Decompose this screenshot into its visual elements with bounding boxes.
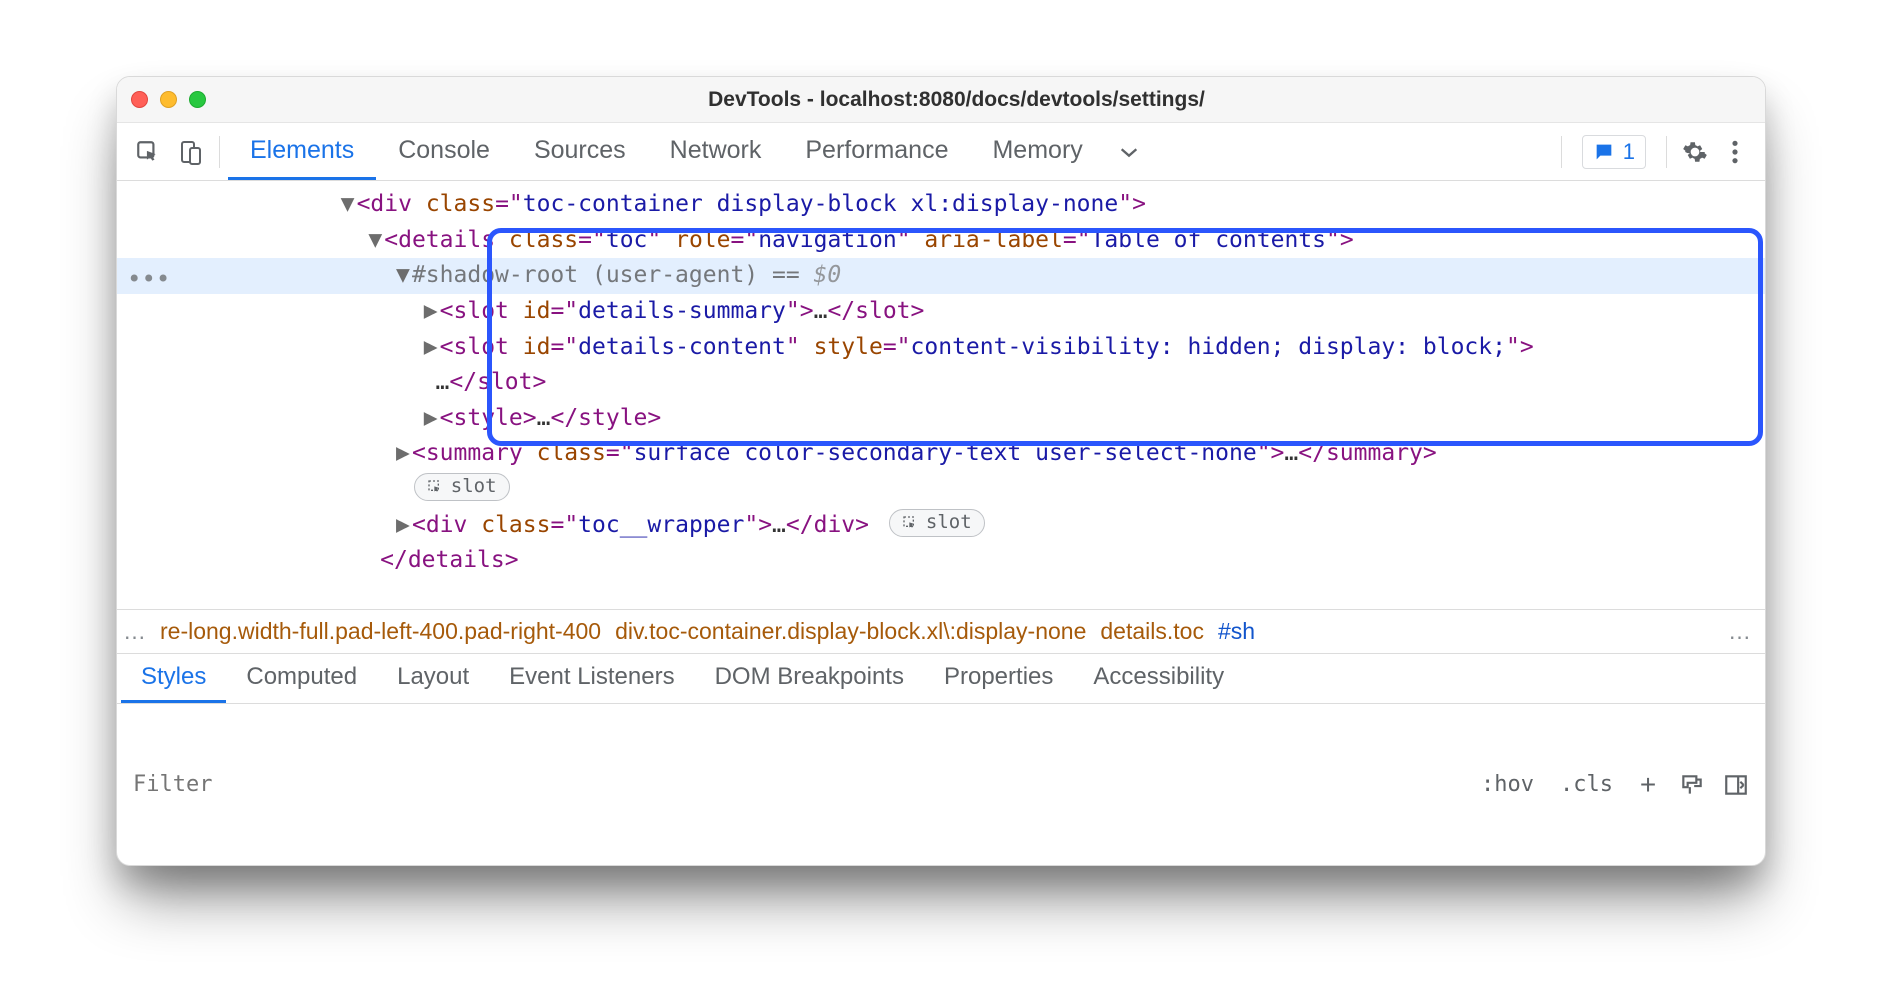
toggle-cls-button[interactable]: .cls (1552, 772, 1621, 797)
crumb[interactable]: re-long.width-full.pad-left-400.pad-righ… (160, 618, 601, 645)
subtab-event-listeners[interactable]: Event Listeners (489, 654, 694, 703)
dom-line[interactable]: </details> (117, 543, 1765, 579)
window-title: DevTools - localhost:8080/docs/devtools/… (162, 88, 1751, 112)
paint-brush-icon[interactable] (1675, 772, 1709, 798)
more-options-icon[interactable] (1715, 139, 1755, 165)
subtab-computed[interactable]: Computed (226, 654, 377, 703)
dom-line[interactable]: ▶<style>…</style> (117, 401, 1765, 437)
styles-filter-row: :hov .cls + (117, 703, 1765, 865)
crumb[interactable]: details.toc (1100, 618, 1204, 645)
expand-toggle-icon[interactable]: ▶ (422, 330, 440, 366)
toggle-hov-button[interactable]: :hov (1473, 772, 1542, 797)
expand-toggle-icon[interactable]: ▶ (422, 401, 440, 437)
dom-line[interactable]: ▶<slot id="details-summary">…</slot> (117, 294, 1765, 330)
dom-breadcrumbs[interactable]: … re-long.width-full.pad-left-400.pad-ri… (117, 609, 1765, 653)
reveal-slot-pill[interactable]: slot (414, 473, 510, 501)
tab-memory[interactable]: Memory (970, 123, 1104, 180)
close-window-button[interactable] (131, 91, 148, 108)
crumb[interactable]: div.toc-container.display-block.xl\:disp… (615, 618, 1086, 645)
dom-line[interactable]: ▼<details class="toc" role="navigation" … (117, 223, 1765, 259)
main-toolbar: Elements Console Sources Network Perform… (117, 123, 1765, 181)
more-tabs-icon[interactable] (1105, 123, 1153, 180)
dom-line[interactable]: slot (117, 472, 1765, 508)
dom-tree[interactable]: ••• ▼<div class="toc-container display-b… (117, 181, 1765, 609)
panel-tabs: Elements Console Sources Network Perform… (228, 123, 1553, 180)
subtab-accessibility[interactable]: Accessibility (1073, 654, 1244, 703)
subtab-properties[interactable]: Properties (924, 654, 1073, 703)
crumb-ellipsis-right[interactable]: … (1728, 618, 1759, 645)
tab-network[interactable]: Network (648, 123, 784, 180)
selected-row-gutter-icon: ••• (127, 267, 170, 291)
dom-line[interactable]: ▼<div class="toc-container display-block… (117, 187, 1765, 223)
tab-elements[interactable]: Elements (228, 123, 376, 180)
new-style-rule-icon[interactable]: + (1631, 771, 1665, 799)
pill-label: slot (451, 472, 497, 501)
expand-toggle-icon[interactable]: ▼ (394, 258, 412, 294)
pill-label: slot (926, 508, 972, 537)
toolbar-separator (1561, 136, 1562, 168)
tab-performance[interactable]: Performance (783, 123, 970, 180)
dom-line[interactable]: ▶<div class="toc__wrapper">…</div> slot (117, 508, 1765, 544)
expand-toggle-icon[interactable]: ▼ (339, 187, 357, 223)
styles-filter-input[interactable] (129, 764, 1463, 805)
crumb-ellipsis-left[interactable]: … (123, 618, 146, 645)
devtools-window: DevTools - localhost:8080/docs/devtools/… (116, 76, 1766, 866)
crumb-active[interactable]: #sh (1218, 618, 1255, 645)
computed-sidebar-toggle-icon[interactable] (1719, 772, 1753, 798)
dom-line[interactable]: …</slot> (117, 365, 1765, 401)
subtab-styles[interactable]: Styles (121, 654, 226, 703)
issues-count: 1 (1623, 139, 1635, 165)
dom-line[interactable]: ▶<slot id="details-content" style="conte… (117, 330, 1765, 366)
expand-toggle-icon[interactable]: ▶ (394, 508, 412, 544)
styles-subtabs: Styles Computed Layout Event Listeners D… (117, 653, 1765, 703)
subtab-layout[interactable]: Layout (377, 654, 489, 703)
inspect-element-icon[interactable] (127, 131, 169, 173)
settings-icon[interactable] (1675, 139, 1715, 165)
tab-sources[interactable]: Sources (512, 123, 648, 180)
expand-toggle-icon[interactable]: ▶ (394, 436, 412, 472)
expand-toggle-icon[interactable]: ▶ (422, 294, 440, 330)
issues-button[interactable]: 1 (1582, 135, 1646, 169)
toolbar-separator (219, 136, 220, 168)
device-toolbar-icon[interactable] (169, 131, 211, 173)
reveal-slot-pill[interactable]: slot (889, 509, 985, 537)
window-titlebar: DevTools - localhost:8080/docs/devtools/… (117, 77, 1765, 123)
subtab-dom-breakpoints[interactable]: DOM Breakpoints (695, 654, 924, 703)
tab-console[interactable]: Console (376, 123, 512, 180)
toolbar-right: 1 (1553, 135, 1755, 169)
toolbar-separator (1666, 136, 1667, 168)
dom-line-selected[interactable]: ▼#shadow-root (user-agent) == $0 (117, 258, 1765, 294)
dom-line[interactable]: ▶<summary class="surface color-secondary… (117, 436, 1765, 472)
expand-toggle-icon[interactable]: ▼ (366, 223, 384, 259)
